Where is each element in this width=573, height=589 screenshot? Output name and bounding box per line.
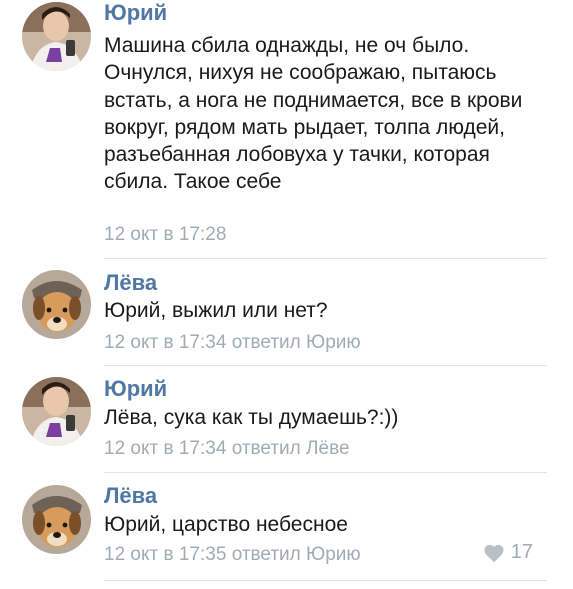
comment-date[interactable]: 12 окт в 17:35	[104, 544, 226, 565]
comment-item: Лёва Юрий, царство небесное 12 окт в 17:…	[0, 0, 573, 581]
like-button[interactable]: 17	[483, 541, 533, 564]
like-count: 17	[510, 541, 533, 563]
divider	[104, 580, 547, 581]
heart-icon	[484, 544, 504, 562]
reply-to-link[interactable]: ответил Юрию	[232, 544, 361, 565]
comment-meta: 12 окт в 17:35 ответил Юрию	[104, 543, 361, 567]
comment-author[interactable]: Лёва	[104, 483, 157, 509]
comment-text: Юрий, царство небесное	[104, 513, 348, 536]
avatar[interactable]	[22, 485, 91, 554]
dog-photo-icon	[22, 485, 91, 554]
